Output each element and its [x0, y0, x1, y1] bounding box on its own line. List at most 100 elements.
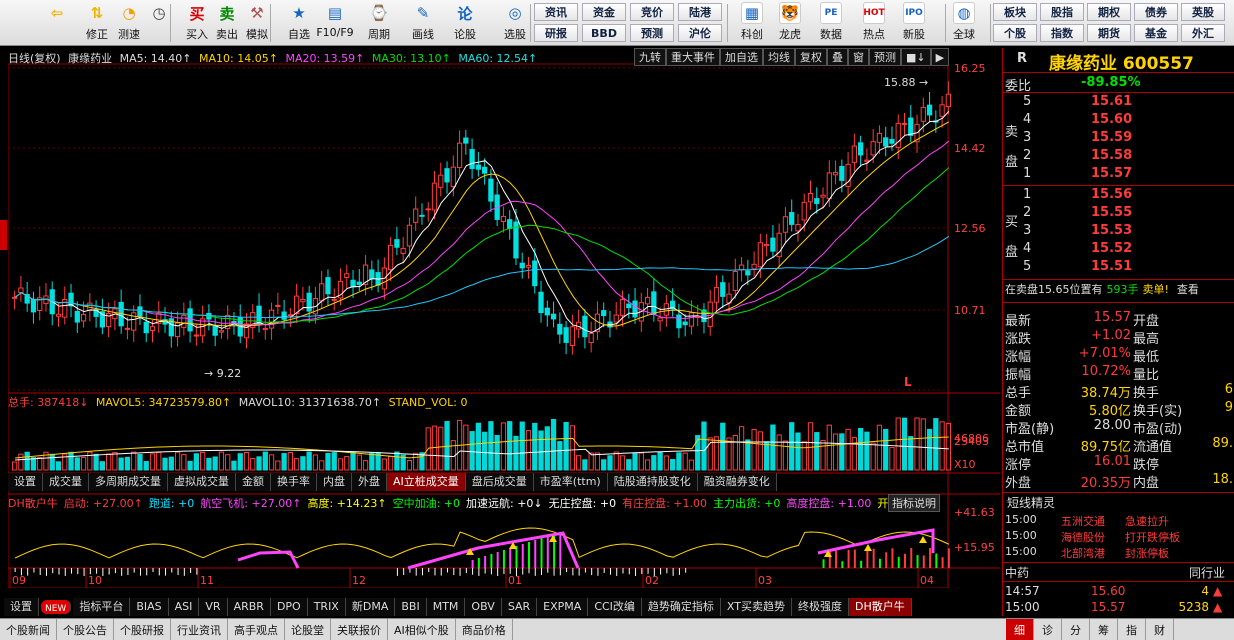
footer-tab[interactable]: 个股研报 — [114, 619, 171, 640]
toolbar-tiger-button[interactable]: 🐯 龙虎 — [771, 2, 809, 44]
toolbar-speed-button[interactable]: ◔ 测速 — [112, 2, 146, 44]
toolbar-market-button[interactable]: 股指 — [1040, 3, 1084, 21]
toolbar-grid-button[interactable]: BBD — [582, 24, 626, 42]
toolbar-market-button[interactable]: 外汇 — [1181, 24, 1225, 42]
buy-level-price[interactable]: 15.56 — [1091, 187, 1151, 205]
bottom-indicator-tab[interactable]: BIAS — [130, 598, 169, 616]
toolbar-market-button[interactable]: 板块 — [993, 3, 1037, 21]
buy-level-price[interactable]: 15.55 — [1091, 205, 1151, 223]
pending-order-notice[interactable]: 在卖盘15.65位置有 593手 卖单! 查看 — [1005, 281, 1234, 299]
indicator-tab[interactable]: 金额 — [236, 473, 271, 491]
chart-tool-button[interactable]: 重大事件 — [666, 48, 720, 66]
toolbar-grid-button[interactable]: 预测 — [630, 24, 674, 42]
indicator-tab[interactable]: 内盘 — [317, 473, 352, 491]
indicator-tab[interactable]: 成交量 — [43, 473, 89, 491]
bottom-indicator-tab[interactable]: 趋势确定指标 — [641, 598, 721, 616]
bottom-indicator-tab[interactable]: OBV — [465, 598, 502, 616]
bottom-indicator-tab[interactable]: MTM — [426, 598, 466, 616]
toolbar-grid-button[interactable]: 资金 — [582, 3, 626, 21]
indicator-tab[interactable]: 盘后成交量 — [465, 473, 534, 491]
indicator-tab[interactable]: 设置 — [8, 473, 43, 491]
indicator-tab[interactable]: 虚拟成交量 — [168, 473, 236, 491]
toolbar-star-button[interactable]: ★ 自选 — [282, 2, 316, 44]
toolbar-f10-button[interactable]: ▤ F10/F9 — [316, 2, 353, 44]
bottom-indicator-tab[interactable]: BBI — [395, 598, 427, 616]
chart-tool-button[interactable]: 均线 — [763, 48, 795, 66]
indicator-tab[interactable]: AI立桩成交量 — [387, 473, 466, 491]
chart-tool-button[interactable]: ▶ — [930, 48, 950, 66]
detail-tab[interactable]: 指 — [1118, 619, 1146, 640]
indicator-help-button[interactable]: 指标说明 — [888, 494, 940, 512]
toolbar-hot-button[interactable]: HOT 热点 — [855, 2, 893, 44]
sell-level-price[interactable]: 15.61 — [1091, 94, 1151, 112]
toolbar-period-button[interactable]: ⌚ 周期 — [362, 2, 396, 44]
news-stock[interactable]: 北部湾港 — [1061, 545, 1121, 563]
footer-tab[interactable]: 行业资讯 — [171, 619, 228, 640]
detail-tab[interactable]: 诊 — [1034, 619, 1062, 640]
buy-level-price[interactable]: 15.53 — [1091, 223, 1151, 241]
footer-tab[interactable]: 商品价格 — [456, 619, 513, 640]
toolbar-grid-button[interactable]: 研报 — [534, 24, 578, 42]
indicator-tab[interactable]: 市盈率(ttm) — [533, 473, 608, 491]
indicator-tab[interactable]: 融资融券变化 — [697, 473, 777, 491]
footer-tab[interactable]: 论股堂 — [285, 619, 331, 640]
bottom-indicator-tab[interactable]: ASI — [168, 598, 200, 616]
sell-level-price[interactable]: 15.58 — [1091, 148, 1151, 166]
bottom-indicator-tab[interactable]: 终极强度 — [791, 598, 849, 616]
toolbar-chart-button[interactable]: ▦ 科创 — [733, 2, 771, 44]
toolbar-back-arrow-button[interactable]: ⇦ — [40, 2, 74, 44]
bottom-indicator-tab[interactable]: VR — [199, 598, 228, 616]
sell-level-price[interactable]: 15.59 — [1091, 130, 1151, 148]
toolbar-grid-button[interactable]: 沪伦 — [678, 24, 722, 42]
bottom-indicator-tab[interactable]: 指标平台 — [73, 598, 131, 616]
footer-tab[interactable]: AI相似个股 — [388, 619, 456, 640]
indicator-tab[interactable]: 多周期成交量 — [89, 473, 168, 491]
toolbar-market-button[interactable]: 期货 — [1087, 24, 1131, 42]
detail-tab[interactable]: 筹 — [1090, 619, 1118, 640]
toolbar-pe-button[interactable]: PE 数据 — [812, 2, 850, 44]
buy-level-price[interactable]: 15.52 — [1091, 241, 1151, 259]
chart-tool-button[interactable]: 窗 — [848, 48, 869, 66]
toolbar-grid-button[interactable]: 陆港 — [678, 3, 722, 21]
news-title[interactable]: 短线精灵 — [1007, 494, 1234, 512]
chart-tool-button[interactable]: 复权 — [795, 48, 827, 66]
bottom-indicator-tab[interactable]: 设置 — [4, 598, 39, 616]
bottom-indicator-tab[interactable]: DH散户牛 — [848, 598, 912, 616]
toolbar-sell-button[interactable]: 卖卖出 — [210, 2, 244, 44]
chart-tool-button[interactable]: 加自选 — [720, 48, 763, 66]
bottom-indicator-tab[interactable]: TRIX — [307, 598, 346, 616]
footer-tab[interactable]: 高手观点 — [228, 619, 285, 640]
toolbar-up-down-arrows-button[interactable]: ⇅ 修正 — [80, 2, 114, 44]
bottom-indicator-tab[interactable]: ARBR — [227, 598, 271, 616]
chart-tool-button[interactable]: ■↓ — [901, 48, 931, 66]
toolbar-grid-button[interactable]: 竞价 — [630, 3, 674, 21]
toolbar-globe-button[interactable]: ◍ 全球 — [945, 2, 983, 44]
toolbar-hammer-button[interactable]: ⚒ 模拟 — [240, 2, 274, 44]
detail-tab[interactable]: 分 — [1062, 619, 1090, 640]
toolbar-market-button[interactable]: 指数 — [1040, 24, 1084, 42]
detail-tab[interactable]: 细 — [1006, 619, 1034, 640]
indicator-tab[interactable]: 陆股通持股变化 — [607, 473, 698, 491]
toolbar-market-button[interactable]: 个股 — [993, 24, 1037, 42]
pending-view-link[interactable]: 查看 — [1177, 283, 1199, 296]
bottom-indicator-tab[interactable]: EXPMA — [537, 598, 589, 616]
indicator-tab[interactable]: 换手率 — [271, 473, 317, 491]
toolbar-pencil-button[interactable]: ✎ 画线 — [406, 2, 440, 44]
toolbar-market-button[interactable]: 债券 — [1134, 3, 1178, 21]
toolbar-grid-button[interactable]: 资讯 — [534, 3, 578, 21]
bottom-indicator-tab[interactable]: SAR — [501, 598, 538, 616]
footer-tab[interactable]: 个股公告 — [57, 619, 114, 640]
sell-level-price[interactable]: 15.57 — [1091, 166, 1151, 184]
bottom-indicator-tab[interactable]: DPO — [270, 598, 308, 616]
bottom-indicator-tab[interactable]: 新DMA — [345, 598, 396, 616]
toolbar-select-stock-button[interactable]: ◎ 选股 — [498, 2, 532, 44]
chart-tool-button[interactable]: 九转 — [634, 48, 666, 66]
footer-tab[interactable]: 个股新闻 — [0, 619, 57, 640]
sector-right[interactable]: 同行业 — [1189, 564, 1234, 582]
sell-level-price[interactable]: 15.60 — [1091, 112, 1151, 130]
toolbar-market-button[interactable]: 英股 — [1181, 3, 1225, 21]
chart-tool-button[interactable]: 叠 — [827, 48, 848, 66]
toolbar-market-button[interactable]: 基金 — [1134, 24, 1178, 42]
bottom-indicator-tab[interactable]: NEW — [41, 600, 72, 614]
indicator-tab[interactable]: 外盘 — [352, 473, 387, 491]
